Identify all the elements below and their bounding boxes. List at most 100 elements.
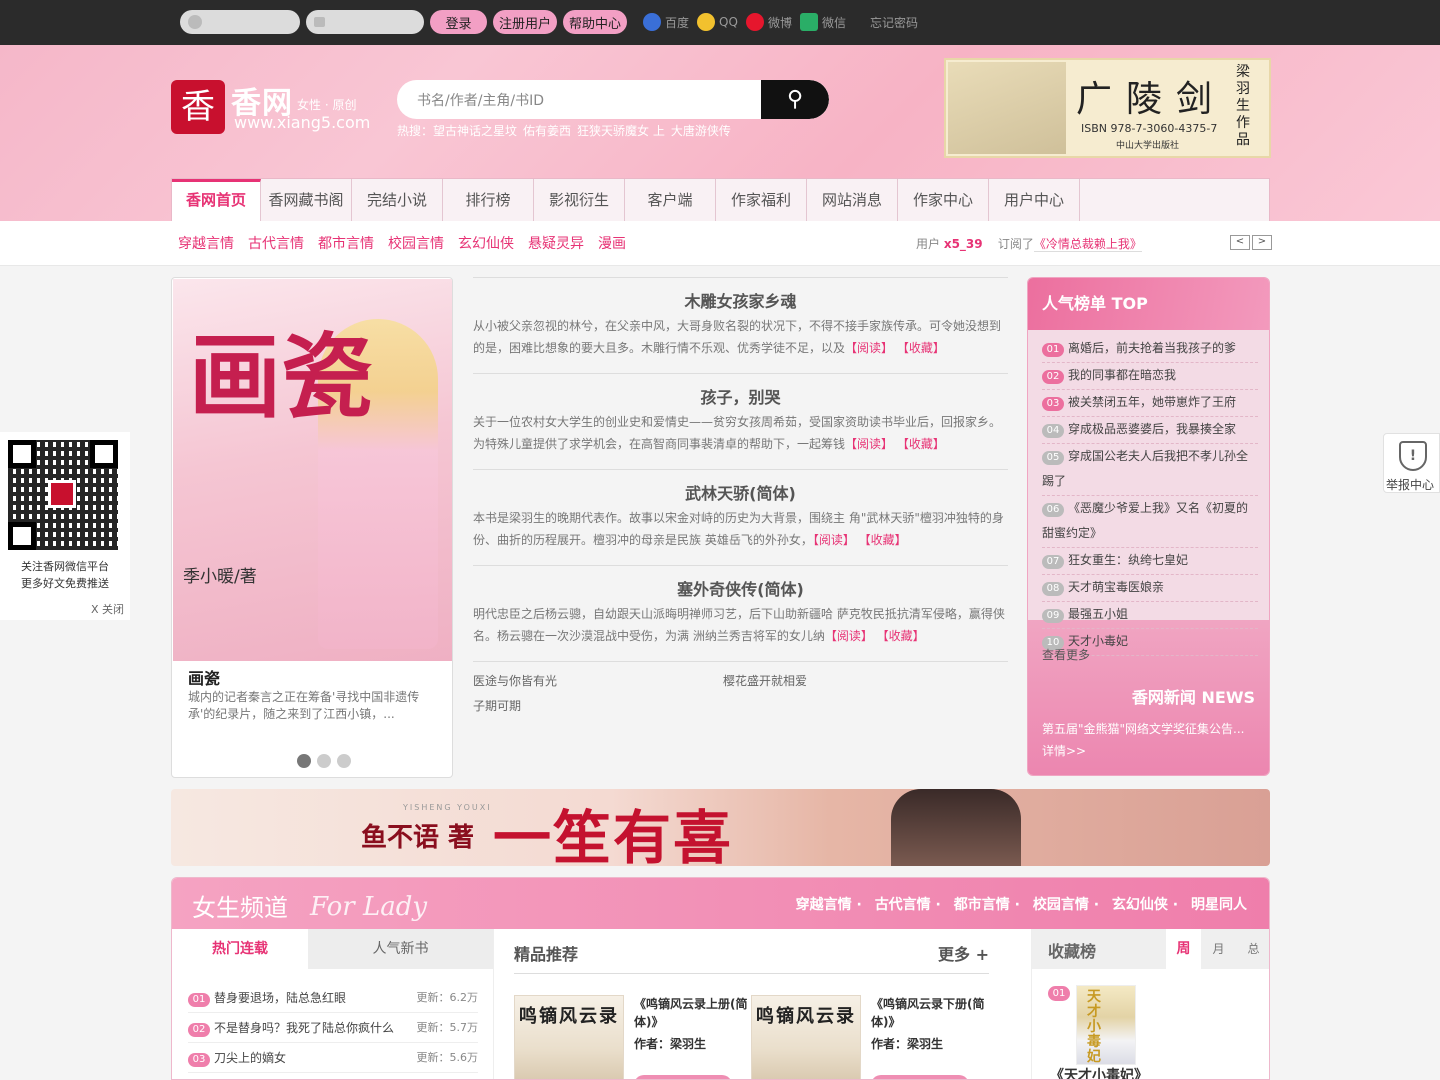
feed-prev-button[interactable]: < (1230, 235, 1250, 250)
tab-month[interactable]: 月 (1201, 929, 1236, 969)
nav-film[interactable]: 影视衍生 (534, 179, 625, 221)
ranking-more-link[interactable]: 查看更多 (1042, 646, 1090, 663)
hot-link[interactable]: 佑有姜西 (523, 124, 571, 138)
baidu-login-link[interactable]: 百度 (665, 14, 689, 31)
ranking-item[interactable]: 07 狂女重生：纨绔七皇妃 (1042, 548, 1258, 575)
channel-cat-link[interactable]: 玄幻仙侠 (1112, 897, 1168, 913)
fav-link[interactable]: 【收藏】 (877, 629, 925, 643)
cat-link[interactable]: 都市言情 (318, 233, 374, 253)
cat-link[interactable]: 古代言情 (248, 233, 304, 253)
feed-book-link[interactable]: 《冷情总裁赖上我》 (1033, 237, 1142, 252)
ranking-item[interactable]: 09 最强五小姐 (1042, 602, 1258, 629)
fav-link[interactable]: 【收藏】 (897, 341, 945, 355)
book-link[interactable]: 子期可期 (473, 697, 723, 714)
header-ad-banner[interactable]: 广陵剑 ISBN 978-7-3060-4375-7 中山大学出版社 梁羽生作品 (944, 58, 1271, 158)
pick-card[interactable]: 鸣镝风云录 《鸣镝风云录下册(简体)》 作者：梁羽生 (751, 995, 985, 1079)
nav-writer-center[interactable]: 作家中心 (898, 179, 989, 221)
cat-link[interactable]: 穿越言情 (178, 233, 234, 253)
fav-link[interactable]: 【收藏】 (897, 437, 945, 451)
ranking-item[interactable]: 04 穿成极品恶婆婆后，我暴揍全家 (1042, 417, 1258, 444)
read-link[interactable]: 【阅读】 (813, 533, 855, 547)
channel-cat-link[interactable]: 校园言情 (1033, 897, 1089, 913)
password-input[interactable] (306, 10, 424, 34)
read-link[interactable]: 【阅读】 (845, 341, 893, 355)
cat-link[interactable]: 校园言情 (388, 233, 444, 253)
feature-carousel[interactable]: 画瓷 季小暖/著 画瓷 城内的记者秦言之正在筹备'寻找中国非遗传承'的纪录片，随… (171, 277, 453, 778)
fav-link[interactable]: 【收藏】 (859, 533, 907, 547)
ranking-item[interactable]: 02 我的同事都在暗恋我 (1042, 363, 1258, 390)
book-link[interactable]: 医途与你皆有光 (473, 672, 723, 689)
username-input[interactable] (180, 10, 300, 34)
carousel-dot[interactable] (297, 754, 311, 768)
hot-link[interactable]: 狂狭天骄魔女 上 (577, 124, 665, 138)
channel-cat-link[interactable]: 都市言情 (954, 897, 1010, 913)
cat-link[interactable]: 漫画 (598, 233, 626, 253)
qq-login-link[interactable]: QQ (719, 15, 738, 29)
feature-cover[interactable]: 画瓷 季小暖/著 (173, 279, 452, 661)
channel-cat-link[interactable]: 古代言情 (875, 897, 931, 913)
wechat-login-link[interactable]: 微信 (822, 14, 846, 31)
ranking-item[interactable]: 06 《恶魔少爷爱上我》又名《初夏的甜蜜约定》 (1042, 496, 1258, 548)
book-title[interactable]: 塞外奇侠传(简体) (473, 566, 1008, 603)
hot-link[interactable]: 大唐游侠传 (671, 124, 731, 138)
fav-name[interactable]: 《天才小毒妃》 (1050, 1065, 1148, 1079)
tab-hot-serial[interactable]: 热门连载 (172, 929, 308, 969)
channel-cat-link[interactable]: 明星同人 (1191, 897, 1247, 913)
pick-name[interactable]: 《鸣镝风云录上册(简体)》 (634, 995, 749, 1031)
feed-user[interactable]: x5_39 (944, 237, 983, 251)
tab-total[interactable]: 总 (1236, 929, 1269, 969)
register-button[interactable]: 注册用户 (493, 10, 558, 34)
pick-name[interactable]: 《鸣镝风云录下册(简体)》 (871, 995, 986, 1031)
wechat-icon[interactable] (799, 13, 818, 31)
ranking-item[interactable]: 03 被关禁闭五年，她带崽炸了王府 (1042, 390, 1258, 417)
serial-row[interactable]: 01 替身要退场，陆总急红眼 更新：6.2万 (188, 983, 478, 1013)
help-button[interactable]: 帮助中心 (563, 10, 628, 34)
picks-more-link[interactable]: 更多 + (938, 941, 989, 965)
nav-home[interactable]: 香网首页 (172, 179, 261, 221)
qr-close-button[interactable]: X 关闭 (91, 601, 124, 617)
nav-library[interactable]: 香网藏书阁 (261, 179, 352, 221)
nav-client[interactable]: 客户端 (625, 179, 716, 221)
pick-cover[interactable]: 鸣镝风云录 (514, 995, 624, 1079)
search-input[interactable]: 书名/作者/主角/书ID (417, 90, 544, 110)
book-title[interactable]: 武林天骄(简体) (473, 470, 1008, 507)
carousel-dot[interactable] (337, 754, 351, 768)
ranking-item[interactable]: 08 天才萌宝毒医娘亲 (1042, 575, 1258, 602)
feature-title[interactable]: 画瓷 (188, 665, 220, 689)
news-item[interactable]: 第五届"金熊猫"网络文学奖征集公告... 详情>> (1042, 718, 1260, 762)
book-title[interactable]: 孩子，别哭 (473, 374, 1008, 411)
pick-card[interactable]: 鸣镝风云录 《鸣镝风云录上册(简体)》 作者：梁羽生 (514, 995, 748, 1079)
serial-row[interactable]: 03 刀尖上的嫡女 更新：5.6万 (188, 1043, 478, 1073)
channel-cat-link[interactable]: 穿越言情 (796, 897, 852, 913)
weibo-login-link[interactable]: 微博 (768, 14, 792, 31)
hot-link[interactable]: 望古神话之星坟 (433, 124, 517, 138)
serial-row[interactable]: 02 不是替身吗？我死了陆总你疯什么 更新：5.7万 (188, 1013, 478, 1043)
qq-icon[interactable] (697, 13, 716, 31)
pick-read-button[interactable] (871, 1075, 969, 1079)
weibo-icon[interactable] (745, 13, 764, 31)
ranking-item[interactable]: 01 离婚后，前夫抢着当我孩子的爹 (1042, 336, 1258, 363)
carousel-dot[interactable] (317, 754, 331, 768)
ranking-item[interactable]: 05 穿成国公老夫人后我把不孝儿孙全踢了 (1042, 444, 1258, 496)
report-center[interactable]: ! 举报中心 (1383, 433, 1440, 493)
nav-writer-benefits[interactable]: 作家福利 (716, 179, 807, 221)
nav-user-center[interactable]: 用户中心 (989, 179, 1080, 221)
cat-link[interactable]: 悬疑灵异 (528, 233, 584, 253)
read-link[interactable]: 【阅读】 (845, 437, 893, 451)
pick-read-button[interactable] (634, 1075, 732, 1079)
login-button[interactable]: 登录 (430, 10, 487, 34)
feed-next-button[interactable]: > (1252, 235, 1272, 250)
tab-week[interactable]: 周 (1166, 929, 1201, 969)
forgot-password-link[interactable]: 忘记密码 (870, 14, 918, 31)
search-button[interactable]: ⚲ (761, 80, 829, 119)
promo-banner[interactable]: YISHENG YOUXI 鱼不语 著 一笙有喜 (171, 789, 1270, 866)
tab-new-books[interactable]: 人气新书 (308, 929, 493, 969)
nav-finished[interactable]: 完结小说 (352, 179, 443, 221)
pick-cover[interactable]: 鸣镝风云录 (751, 995, 861, 1079)
book-link[interactable]: 樱花盛开就相爱 (723, 672, 973, 689)
book-title[interactable]: 木雕女孩家乡魂 (473, 278, 1008, 315)
baidu-icon[interactable] (643, 13, 662, 31)
nav-ranking[interactable]: 排行榜 (443, 179, 534, 221)
read-link[interactable]: 【阅读】 (825, 629, 873, 643)
search-box[interactable]: 书名/作者/主角/书ID ⚲ (397, 80, 829, 119)
